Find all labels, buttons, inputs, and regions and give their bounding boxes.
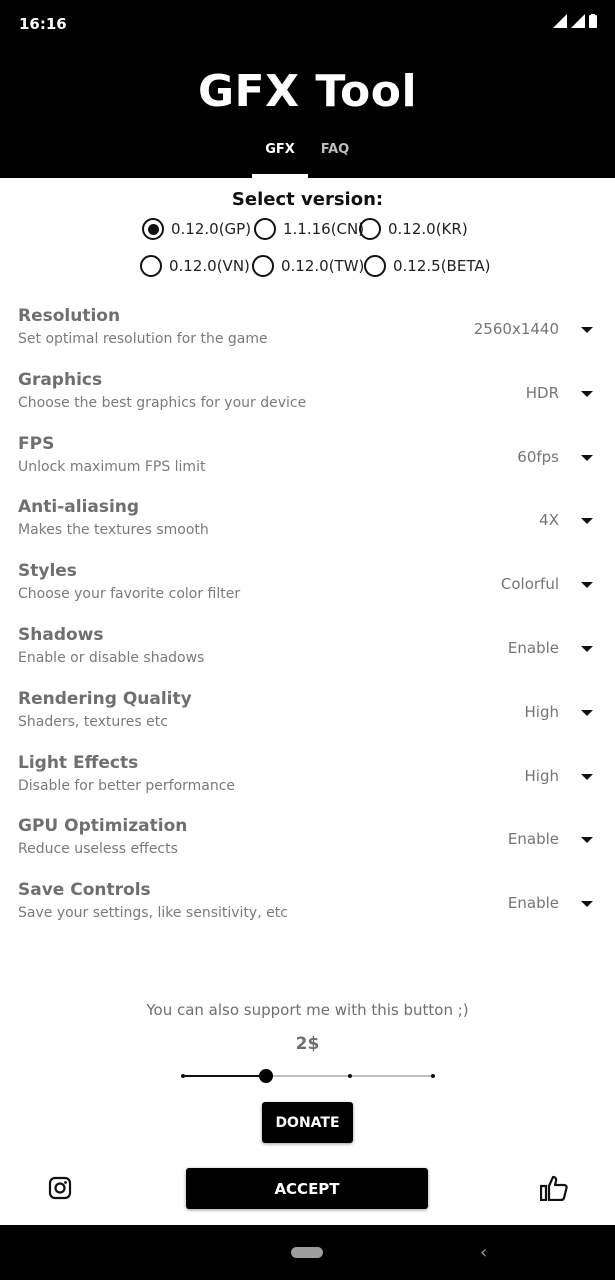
donate-button[interactable]: DONATE <box>262 1102 353 1143</box>
version-radio-5[interactable]: 0.12.5(BETA) <box>364 255 490 277</box>
dropdown-arrow-icon[interactable] <box>581 901 593 908</box>
setting-row: Styles Choose your favorite color filter C… <box>0 561 615 621</box>
version-radio-1[interactable]: 1.1.16(CN) <box>254 218 364 240</box>
donate-amount: 2$ <box>295 1034 320 1054</box>
setting-row: Light Effects Disable for better performa… <box>0 753 615 813</box>
radio-unchecked-icon <box>252 255 274 277</box>
dropdown-arrow-icon[interactable] <box>581 582 593 589</box>
select-version-title: Select version: <box>231 189 384 210</box>
app-title: GFX Tool <box>197 66 418 117</box>
setting-title: Styles <box>18 561 77 582</box>
tab-indicator <box>252 174 308 178</box>
donate-slider[interactable] <box>181 1066 435 1086</box>
support-text: You can also support me with this button… <box>146 1001 469 1019</box>
status-icons <box>553 14 597 28</box>
version-radio-label: 0.12.5(BETA) <box>393 257 491 275</box>
dropdown-arrow-icon[interactable] <box>581 837 593 844</box>
setting-dropdown-value[interactable]: Colorful <box>501 575 559 593</box>
setting-row: GPU Optimization Reduce useless effects En… <box>0 816 615 876</box>
setting-description: Save your settings, like sensitivity, et… <box>18 905 288 922</box>
version-radio-label: 0.12.0(GP) <box>171 220 252 238</box>
version-radio-4[interactable]: 0.12.0(TW) <box>252 255 364 277</box>
signal-icon <box>553 14 567 28</box>
setting-dropdown-value[interactable]: Enable <box>508 894 559 912</box>
slider-fill <box>183 1075 267 1077</box>
home-pill-icon[interactable] <box>291 1247 323 1258</box>
back-chevron-icon[interactable]: ‹ <box>480 1242 487 1263</box>
setting-title: Rendering Quality <box>18 688 192 709</box>
dropdown-arrow-icon[interactable] <box>581 454 593 461</box>
setting-title: Resolution <box>18 306 121 326</box>
setting-dropdown-value[interactable]: High <box>525 703 559 721</box>
thumbs-up-icon[interactable] <box>540 1175 568 1201</box>
radio-unchecked-icon <box>364 255 386 277</box>
dropdown-arrow-icon[interactable] <box>581 773 593 780</box>
setting-description: Makes the textures smooth <box>18 522 209 539</box>
setting-title: Graphics <box>18 369 103 390</box>
setting-row: Shadows Enable or disable shadows Enable <box>0 625 615 685</box>
setting-dropdown-value[interactable]: High <box>525 767 559 785</box>
signal-hplus-icon <box>571 14 585 28</box>
setting-dropdown-value[interactable]: 2560x1440 <box>474 320 559 338</box>
setting-description: Shaders, textures etc <box>18 713 168 730</box>
version-radio-label: 0.12.0(TW) <box>281 257 365 275</box>
setting-title: Shadows <box>18 625 104 645</box>
instagram-icon[interactable] <box>48 1176 72 1200</box>
version-radio-2[interactable]: 0.12.0(KR) <box>359 218 468 240</box>
setting-title: Light Effects <box>18 752 139 773</box>
setting-title: FPS <box>18 433 55 454</box>
accept-button[interactable]: ACCEPT <box>186 1168 428 1209</box>
status-time: 16:16 <box>19 15 67 33</box>
setting-description: Set optimal resolution for the game <box>18 331 268 347</box>
setting-row: Save Controls Save your settings, like se… <box>0 880 615 940</box>
setting-dropdown-value[interactable]: Enable <box>508 830 559 848</box>
setting-row: Rendering Quality Shaders, textures etc Hi… <box>0 689 615 749</box>
setting-dropdown-value[interactable]: Enable <box>508 639 559 657</box>
setting-dropdown-value[interactable]: HDR <box>526 384 559 402</box>
radio-unchecked-icon <box>254 218 276 240</box>
version-radio-label: 0.12.0(KR) <box>388 220 468 238</box>
dropdown-arrow-icon[interactable] <box>581 709 593 716</box>
setting-row: Anti-aliasing Makes the textures smooth 4X <box>0 497 615 557</box>
dropdown-arrow-icon[interactable] <box>581 327 593 333</box>
radio-checked-icon <box>142 218 164 240</box>
setting-dropdown-value[interactable]: 4X <box>539 511 559 529</box>
app-header: GFX Tool GFX FAQ <box>0 50 615 178</box>
setting-title: GPU Optimization <box>18 816 188 837</box>
setting-description: Disable for better performance <box>18 777 236 794</box>
setting-dropdown-value[interactable]: 60fps <box>517 448 559 466</box>
version-radio-0[interactable]: 0.12.0(GP) <box>142 218 251 240</box>
radio-unchecked-icon <box>359 218 381 240</box>
slider-thumb[interactable] <box>259 1069 274 1083</box>
setting-row: Resolution Set optimal resolution for the… <box>0 306 615 366</box>
setting-description: Choose the best graphics for your device <box>18 394 307 411</box>
version-radio-3[interactable]: 0.12.0(VN) <box>140 255 250 277</box>
slider-tick <box>347 1074 352 1078</box>
status-bar: 16:16 <box>0 0 615 50</box>
version-radio-label: 0.12.0(VN) <box>169 257 250 275</box>
system-nav-bar: ‹ <box>0 1225 615 1280</box>
dropdown-arrow-icon[interactable] <box>581 390 593 397</box>
setting-title: Anti-aliasing <box>18 497 140 518</box>
radio-unchecked-icon <box>140 255 162 277</box>
dropdown-arrow-icon[interactable] <box>581 518 593 525</box>
slider-tick <box>431 1074 435 1078</box>
setting-row: FPS Unlock maximum FPS limit 60fps <box>0 434 615 494</box>
setting-description: Enable or disable shadows <box>18 650 205 666</box>
setting-description: Choose your favorite color filter <box>18 586 241 603</box>
tab-gfx[interactable]: GFX <box>252 142 308 157</box>
version-radio-label: 1.1.16(CN) <box>283 220 365 238</box>
setting-description: Reduce useless effects <box>18 841 178 858</box>
tab-faq[interactable]: FAQ <box>312 142 358 157</box>
slider-tick <box>181 1074 185 1078</box>
dropdown-arrow-icon[interactable] <box>581 646 593 652</box>
setting-row: Graphics Choose the best graphics for you… <box>0 370 615 430</box>
battery-icon <box>589 14 597 28</box>
setting-description: Unlock maximum FPS limit <box>18 458 206 475</box>
setting-title: Save Controls <box>18 880 151 901</box>
